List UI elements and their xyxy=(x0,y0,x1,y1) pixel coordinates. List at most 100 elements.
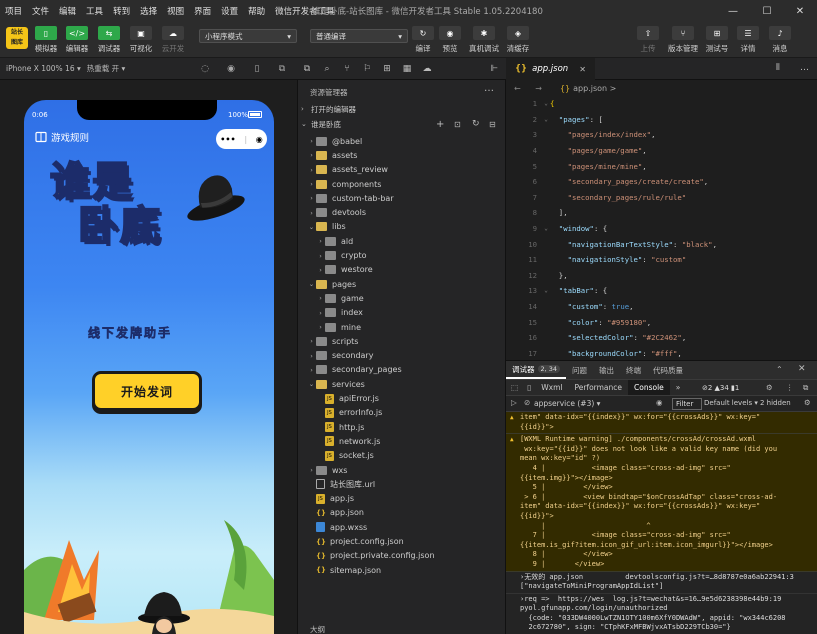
split-icon[interactable]: ⊩ xyxy=(488,63,500,75)
code-line[interactable]: 7 "secondary_pages/rule/rule" xyxy=(506,190,817,206)
debugger-button[interactable]: ⇆ 调试器 xyxy=(92,26,126,54)
tree-item-scripts[interactable]: › scripts xyxy=(298,334,506,348)
code-line[interactable]: 13 ⌄ "tabBar": { xyxy=(506,283,817,299)
tab-app-json[interactable]: {} app.json ✕ xyxy=(506,58,595,80)
upload-button[interactable]: ⇧ 上传 xyxy=(631,26,665,54)
refresh-icon[interactable]: ↻ xyxy=(472,119,480,129)
dock-icon[interactable]: ⧉ xyxy=(803,383,808,393)
target-icon[interactable]: ◉ xyxy=(256,135,263,144)
nav-arrows-icon[interactable]: ← → xyxy=(514,84,548,93)
tree-item-services[interactable]: ⌄ services xyxy=(298,377,506,391)
code-line[interactable]: 1 ⌄{ xyxy=(506,96,817,112)
tab-wxml[interactable]: Wxml xyxy=(535,380,568,396)
project-section[interactable]: ⌄ 谁是卧底 + ⊡ ↻ ⊟ xyxy=(298,117,506,131)
menu-item[interactable]: 工具 xyxy=(81,5,108,17)
tree-item-http-js[interactable]: JS http.js xyxy=(298,420,506,434)
tree-item-app-wxss[interactable]: app.wxss xyxy=(298,520,506,534)
fold-icon[interactable]: ⌄ xyxy=(542,225,550,232)
start-button[interactable]: 开始发词 xyxy=(92,371,202,411)
close-icon[interactable]: ✕ xyxy=(579,65,586,74)
messages-button[interactable]: ♪ 消息 xyxy=(763,26,797,54)
code-editor[interactable]: 1 ⌄{2 ⌄ "pages": [3 "pages/index/index", 4 … xyxy=(506,96,817,360)
tree-item--url[interactable]: 站长图库.url xyxy=(298,477,506,491)
device-icon[interactable]: ▯ xyxy=(523,383,535,392)
clear-console-icon[interactable]: ⊘ xyxy=(524,398,530,407)
fold-icon[interactable]: ⌄ xyxy=(542,116,550,123)
tree-item-assets[interactable]: › assets xyxy=(298,148,506,162)
code-line[interactable]: 14 "custom": true, xyxy=(506,299,817,315)
filter-input[interactable]: Filter xyxy=(672,398,702,410)
chevron-up-icon[interactable]: ⌃ xyxy=(776,365,783,374)
tree-item-assets-review[interactable]: › assets_review xyxy=(298,163,506,177)
breadcrumb-path[interactable]: app.json > xyxy=(573,84,616,93)
cloud-button[interactable]: ☁ 云开发 xyxy=(156,26,190,54)
tree-item-index[interactable]: › index xyxy=(298,306,506,320)
editor-button[interactable]: </> 编辑器 xyxy=(60,26,94,54)
tree-item-app-js[interactable]: JS app.js xyxy=(298,492,506,506)
tab-console[interactable]: Console xyxy=(628,379,670,396)
eye-icon[interactable]: ◉ xyxy=(656,398,663,407)
tree-item-pages[interactable]: ⌄ pages xyxy=(298,277,506,291)
real-debug-button[interactable]: ✱ 真机调试 xyxy=(467,26,501,54)
code-line[interactable]: 8 ], xyxy=(506,205,817,221)
tree-item-game[interactable]: › game xyxy=(298,291,506,305)
log-entry[interactable]: ▲ [WXML Runtime warning] ./components/cro… xyxy=(506,434,817,572)
tree-item-errorinfo-js[interactable]: JS errorInfo.js xyxy=(298,406,506,420)
code-line[interactable]: 6 "secondary_pages/create/create", xyxy=(506,174,817,190)
branch-icon[interactable]: ⑂ xyxy=(341,63,353,75)
close-button[interactable]: ✕ xyxy=(783,0,817,22)
context-select[interactable]: appservice (#3) ▾ xyxy=(530,399,604,408)
menu-item[interactable]: 界面 xyxy=(189,5,216,17)
console-log[interactable]: ▲ item" data-idx="{{index}}" wx:for="{{cr… xyxy=(506,412,817,634)
error-warn-counts[interactable]: ⊘2 ▲34 ▮1 xyxy=(702,384,739,392)
log-entry[interactable]: ▲ item" data-idx="{{index}}" wx:for="{{cr… xyxy=(506,412,817,435)
tree-item-crypto[interactable]: › crypto xyxy=(298,248,506,262)
more-icon[interactable]: … xyxy=(484,83,494,94)
capsule-menu[interactable]: ••• | ◉ xyxy=(216,129,267,149)
menu-item[interactable]: 文件 xyxy=(27,5,54,17)
cloud-icon[interactable]: ☁ xyxy=(421,63,433,75)
record-icon[interactable]: ◉ xyxy=(226,64,236,74)
tab-panel-3[interactable]: 终端 xyxy=(620,361,647,379)
tree-item-apierror-js[interactable]: JS apiError.js xyxy=(298,391,506,405)
tree-item-network-js[interactable]: JS network.js xyxy=(298,434,506,448)
tree-item-project-private-config-json[interactable]: {} project.private.config.json xyxy=(298,549,506,563)
tree-item-custom-tab-bar[interactable]: › custom-tab-bar xyxy=(298,191,506,205)
menu-item[interactable]: 帮助 xyxy=(243,5,270,17)
tab-panel-4[interactable]: 代码质量 xyxy=(647,361,689,379)
visual-button[interactable]: ▣ 可视化 xyxy=(124,26,158,54)
code-line[interactable]: 4 "pages/game/game", xyxy=(506,143,817,159)
code-line[interactable]: 2 ⌄ "pages": [ xyxy=(506,112,817,128)
tab-[interactable]: » xyxy=(670,380,687,396)
split-editor-icon[interactable]: ⫴ xyxy=(776,63,780,73)
tree-item-devtools[interactable]: › devtools xyxy=(298,206,506,220)
new-folder-icon[interactable]: ⊡ xyxy=(454,120,461,129)
avatar[interactable]: 站长 图库 xyxy=(6,27,28,49)
more-icon[interactable]: ⋮ xyxy=(786,383,794,392)
menu-item[interactable]: 项目 xyxy=(0,5,27,17)
popout-icon[interactable]: ⧉ xyxy=(277,64,287,74)
grid-icon[interactable]: ▦ xyxy=(401,63,413,75)
log-entry[interactable]: ›req => https://wes log.js?t=wechat&s=16… xyxy=(506,593,817,634)
tab-performance[interactable]: Performance xyxy=(568,380,628,396)
code-line[interactable]: 11 "navigationStyle": "custom" xyxy=(506,252,817,268)
tab-debugger[interactable]: 调试器 2, 34 xyxy=(506,361,567,379)
search-icon[interactable]: ⌕ xyxy=(321,63,333,75)
clear-cache-button[interactable]: ◈ 清缓存 xyxy=(501,26,535,54)
tree-item-project-config-json[interactable]: {} project.config.json xyxy=(298,534,506,548)
tree-item-libs[interactable]: ⌄ libs xyxy=(298,220,506,234)
fold-icon[interactable]: ⌄ xyxy=(542,287,550,294)
tree-item-westore[interactable]: › westore xyxy=(298,263,506,277)
sidebar-toggle-icon[interactable]: ▷ xyxy=(511,398,517,407)
maximize-button[interactable]: ☐ xyxy=(750,0,784,22)
log-entry[interactable]: ›无效的 app.json devtoolsconfig.js?t=…8d878… xyxy=(506,571,817,594)
menu-item[interactable]: 设置 xyxy=(216,5,243,17)
menu-item[interactable]: 视图 xyxy=(162,5,189,17)
tree-item--babel[interactable]: › @babel xyxy=(298,134,506,148)
extensions-icon[interactable]: ⊞ xyxy=(381,63,393,75)
menu-item[interactable]: 转到 xyxy=(108,5,135,17)
tree-item-mine[interactable]: › mine xyxy=(298,320,506,334)
open-editors-section[interactable]: › 打开的编辑器 xyxy=(298,102,506,116)
close-icon[interactable]: ✕ xyxy=(798,364,806,374)
test-account-button[interactable]: ⊞ 测试号 xyxy=(700,26,734,54)
